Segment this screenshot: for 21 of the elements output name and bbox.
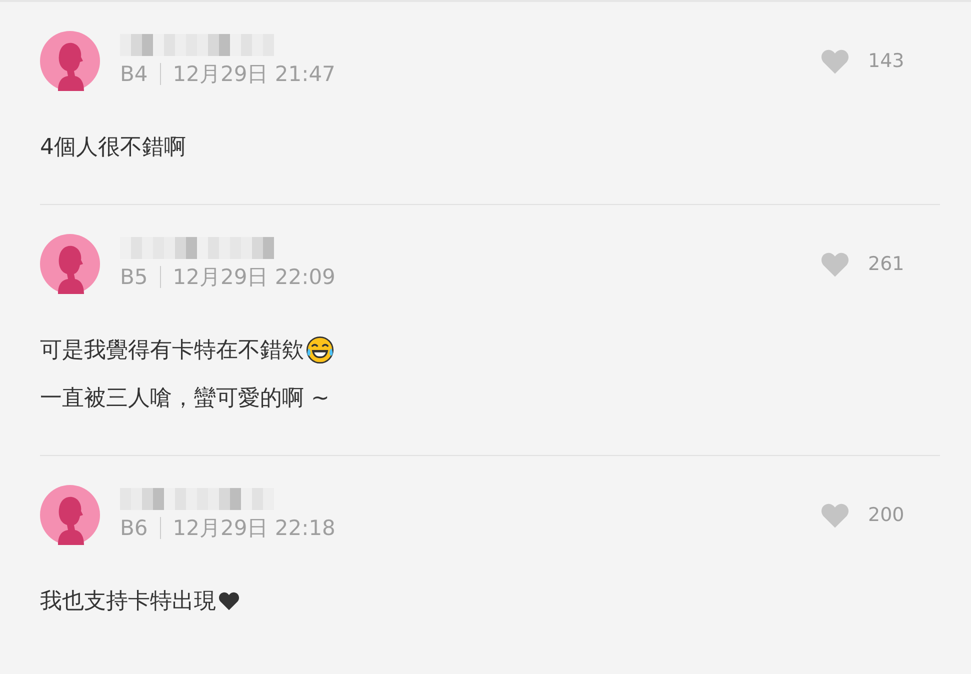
comment-text: 可是我覺得有卡特在不錯欸 [40, 337, 304, 365]
heart-icon [218, 591, 240, 611]
avatar-icon [40, 234, 100, 294]
comment-text: 4個人很不錯啊 [40, 134, 186, 162]
post-time: 12月29日 22:18 [172, 515, 336, 542]
like-count: 143 [868, 50, 904, 72]
floor-number: B5 [120, 265, 148, 289]
heart-icon[interactable] [820, 502, 850, 528]
avatar-icon [40, 485, 100, 545]
comment-text: 我也支持卡特出現 [40, 588, 216, 616]
floor-number: B4 [120, 62, 148, 86]
laughing-face-icon [306, 336, 334, 364]
post-time: 12月29日 22:09 [172, 264, 336, 291]
post-time: 12月29日 21:47 [172, 61, 336, 88]
like-count: 200 [868, 504, 904, 526]
like-count: 261 [868, 253, 904, 275]
floor-number: B6 [120, 516, 148, 540]
heart-icon[interactable] [820, 48, 850, 74]
avatar-icon [40, 31, 100, 91]
comment-text: 一直被三人嗆，蠻可愛的啊 ~ [40, 385, 330, 413]
heart-icon[interactable] [820, 250, 850, 278]
